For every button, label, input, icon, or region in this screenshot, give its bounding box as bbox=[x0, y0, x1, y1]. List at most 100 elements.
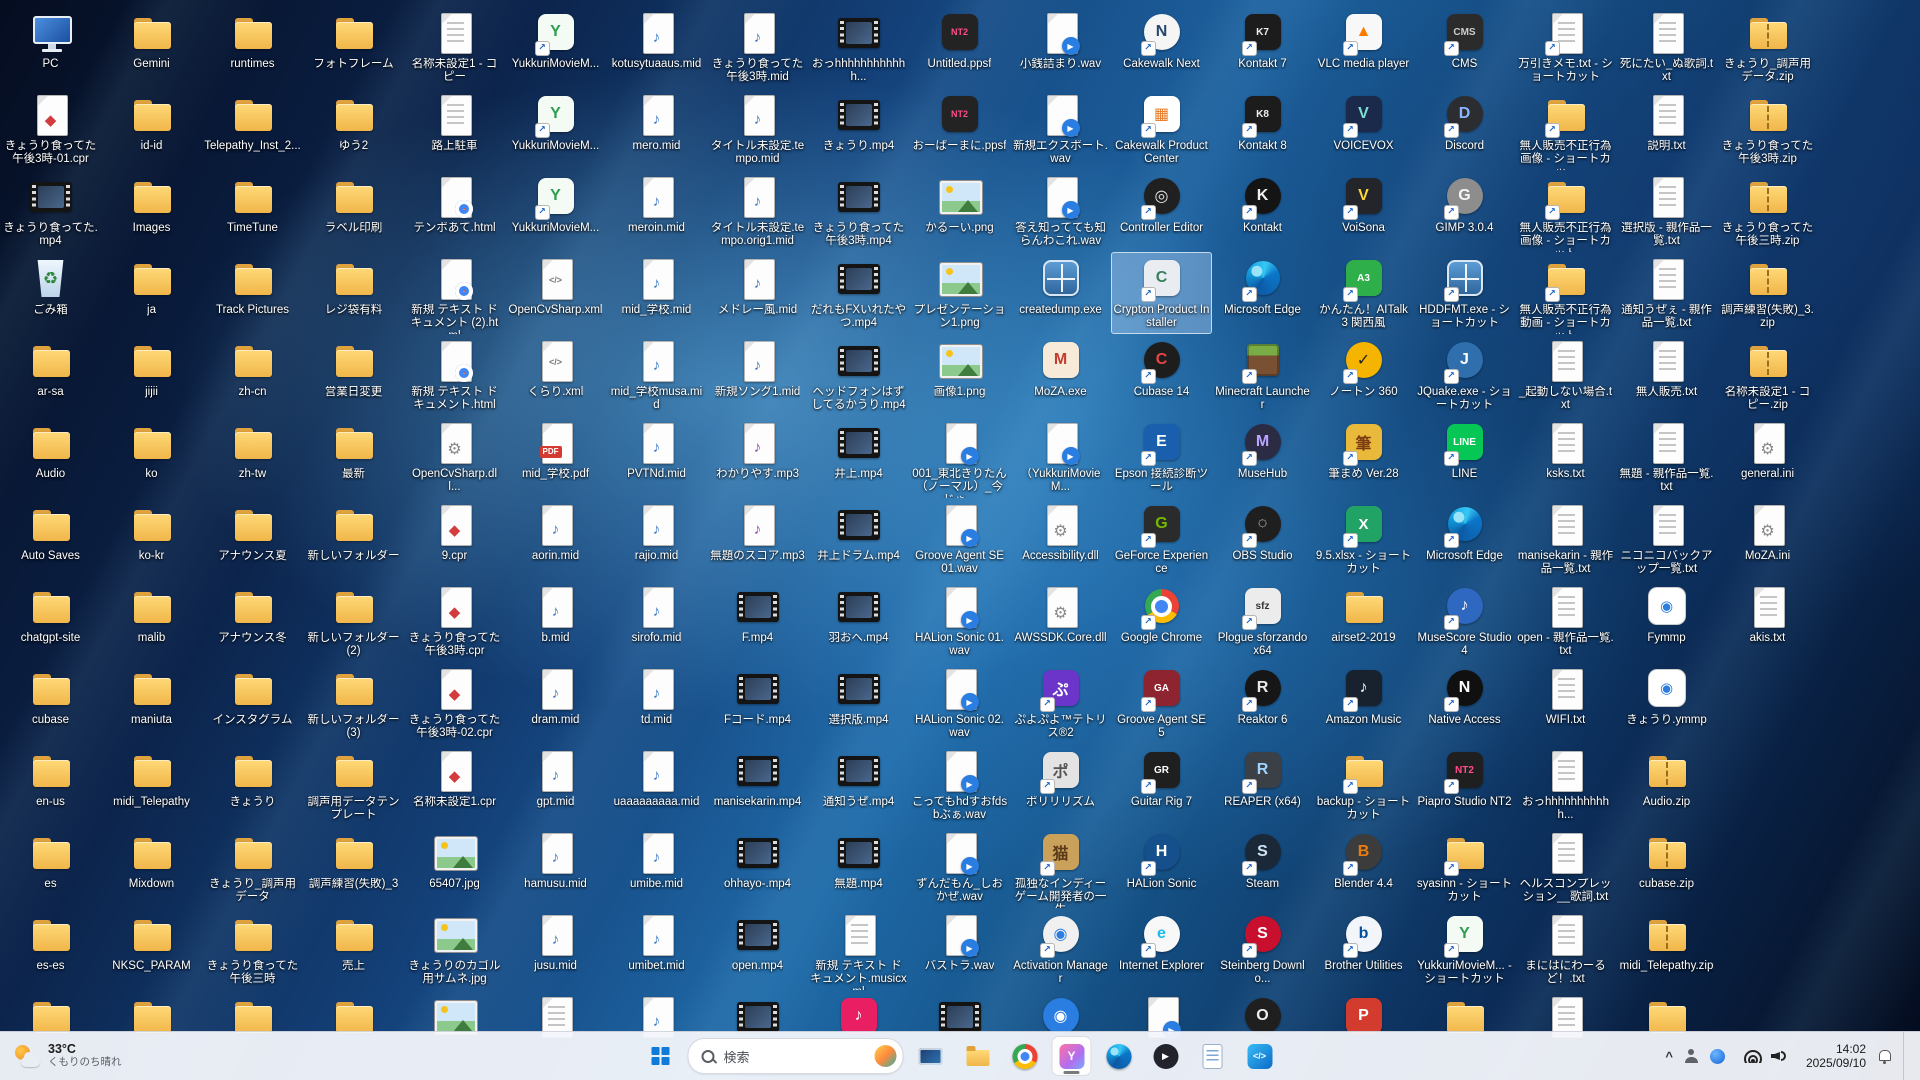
desktop-icon[interactable]: ♪td.mid bbox=[606, 662, 707, 744]
file-explorer-button[interactable] bbox=[958, 1036, 998, 1076]
desktop-icon[interactable]: ♪↗Amazon Music bbox=[1313, 662, 1414, 744]
desktop-icon[interactable]: G↗GeForce Experience bbox=[1111, 498, 1212, 580]
desktop-icon[interactable]: ◆名称未設定1.cpr bbox=[404, 744, 505, 826]
desktop-icon[interactable]: ♪mid_学校musa.mid bbox=[606, 334, 707, 416]
task-view-button[interactable] bbox=[911, 1036, 951, 1076]
desktop-icon[interactable]: ヘッドフォンはずしてるかうり.mp4 bbox=[808, 334, 909, 416]
desktop-icon[interactable]: 猫↗孤独なインディーゲーム開発者の一生 bbox=[1010, 826, 1111, 908]
notepad-button[interactable] bbox=[1193, 1036, 1233, 1076]
desktop-icon[interactable]: ⚙AWSSDK.Core.dll bbox=[1010, 580, 1111, 662]
desktop-icon[interactable]: ♪mero.mid bbox=[606, 88, 707, 170]
desktop-icon[interactable]: きょうり.mp4 bbox=[808, 88, 909, 170]
desktop-icon[interactable]: テンポあて.html bbox=[404, 170, 505, 252]
desktop-icon[interactable]: ゆう2 bbox=[303, 88, 404, 170]
desktop-icon[interactable]: ♪↗MuseScore Studio 4 bbox=[1414, 580, 1515, 662]
desktop-icon[interactable]: H↗HALion Sonic bbox=[1111, 826, 1212, 908]
desktop-icon[interactable]: インスタグラム bbox=[202, 662, 303, 744]
desktop-icon[interactable]: akis.txt bbox=[1717, 580, 1818, 662]
desktop-icon[interactable]: ♪dram.mid bbox=[505, 662, 606, 744]
desktop-icon[interactable]: midi_Telepathy bbox=[101, 744, 202, 826]
desktop-icon[interactable]: 新しいフォルダー bbox=[303, 498, 404, 580]
desktop-icon[interactable]: en-us bbox=[0, 744, 101, 826]
desktop-icon[interactable]: ♪タイトル未設定.tempo.orig1.mid bbox=[707, 170, 808, 252]
desktop-icon[interactable]: 無題.mp4 bbox=[808, 826, 909, 908]
desktop-icon[interactable]: ↗backup - ショートカット bbox=[1313, 744, 1414, 826]
desktop-icon[interactable]: ▶001_東北きりたん（ノーマル）_今じゃ... bbox=[909, 416, 1010, 498]
desktop-icon[interactable]: R↗REAPER (x64) bbox=[1212, 744, 1313, 826]
media-player-button[interactable]: ▶ bbox=[1146, 1036, 1186, 1076]
desktop-icon[interactable]: きょうり_調声用データ.zip bbox=[1717, 6, 1818, 88]
desktop-icon[interactable]: ラベル印刷 bbox=[303, 170, 404, 252]
desktop-icon[interactable]: Fコード.mp4 bbox=[707, 662, 808, 744]
desktop-icon[interactable]: C↗Crypton Product Installer bbox=[1111, 252, 1212, 334]
desktop-icon[interactable]: S↗Steinberg Downlo... bbox=[1212, 908, 1313, 990]
desktop-icon[interactable]: ♪hamusu.mid bbox=[505, 826, 606, 908]
desktop-icon[interactable]: </>くらり.xml bbox=[505, 334, 606, 416]
desktop-icon[interactable]: 新規 テキスト ドキュメント.html bbox=[404, 334, 505, 416]
desktop-icon[interactable]: ♪jusu.mid bbox=[505, 908, 606, 990]
desktop-icon[interactable]: K8↗Kontakt 8 bbox=[1212, 88, 1313, 170]
desktop-icon[interactable]: K7↗Kontakt 7 bbox=[1212, 6, 1313, 88]
desktop-icon[interactable]: ✓↗ノートン 360 bbox=[1313, 334, 1414, 416]
desktop-icon[interactable]: 選択版 - 親作品一覧.txt bbox=[1616, 170, 1717, 252]
edge-button[interactable] bbox=[1099, 1036, 1139, 1076]
desktop-icon[interactable]: maniuta bbox=[101, 662, 202, 744]
desktop-icon[interactable]: ◆きょうり食ってた午後3時.cpr bbox=[404, 580, 505, 662]
hidden-icons-chevron[interactable]: ^ bbox=[1665, 1049, 1673, 1064]
search-box[interactable]: 検索 bbox=[688, 1038, 904, 1074]
desktop-icon[interactable]: id-id bbox=[101, 88, 202, 170]
desktop-icon[interactable]: ♪uaaaaaaaaa.mid bbox=[606, 744, 707, 826]
code-button[interactable]: </> bbox=[1240, 1036, 1280, 1076]
desktop-icon[interactable]: Track Pictures bbox=[202, 252, 303, 334]
desktop-icon[interactable]: ▶答え知ってても知らんわこれ.wav bbox=[1010, 170, 1111, 252]
desktop-icon[interactable]: ♪mid_学校.mid bbox=[606, 252, 707, 334]
desktop-icon[interactable]: ⚙general.ini bbox=[1717, 416, 1818, 498]
desktop-icon[interactable]: b↗Brother Utilities bbox=[1313, 908, 1414, 990]
desktop-icon[interactable]: Auto Saves bbox=[0, 498, 101, 580]
desktop-icon[interactable]: R↗Reaktor 6 bbox=[1212, 662, 1313, 744]
desktop-icon[interactable]: まにはにわーるど！.txt bbox=[1515, 908, 1616, 990]
desktop-icon[interactable]: ◆9.cpr bbox=[404, 498, 505, 580]
desktop-icon[interactable]: 井上.mp4 bbox=[808, 416, 909, 498]
desktop-icon[interactable]: ▶バストラ.wav bbox=[909, 908, 1010, 990]
desktop-icon[interactable]: Telepathy_Inst_2... bbox=[202, 88, 303, 170]
desktop-icon[interactable]: ぷ↗ぷよぷよ™テトリス®2 bbox=[1010, 662, 1111, 744]
desktop-icon[interactable]: 新しいフォルダー (2) bbox=[303, 580, 404, 662]
desktop-icon[interactable]: malib bbox=[101, 580, 202, 662]
desktop-icon[interactable]: ▶新規エクスポート.wav bbox=[1010, 88, 1111, 170]
desktop-icon[interactable]: ↗無人販売不正行為動画 - ショートカット bbox=[1515, 252, 1616, 334]
desktop-icon[interactable]: ♪kotusytuaaus.mid bbox=[606, 6, 707, 88]
desktop-icon[interactable]: 65407.jpg bbox=[404, 826, 505, 908]
desktop-icon[interactable]: 井上ドラム.mp4 bbox=[808, 498, 909, 580]
desktop-icon[interactable]: 無題 - 親作品一覧.txt bbox=[1616, 416, 1717, 498]
desktop-icon[interactable]: ◆きょうり食ってた午後3時-02.cpr bbox=[404, 662, 505, 744]
desktop-icon[interactable]: ◉↗Activation Manager bbox=[1010, 908, 1111, 990]
desktop-icon[interactable]: きょうり食ってた午後3時.mp4 bbox=[808, 170, 909, 252]
show-desktop-button[interactable] bbox=[1903, 1032, 1908, 1080]
desktop-icon[interactable]: ▶ずんだもん_しおかぜ.wav bbox=[909, 826, 1010, 908]
desktop-icon[interactable]: runtimes bbox=[202, 6, 303, 88]
desktop-icon[interactable]: 無人販売.txt bbox=[1616, 334, 1717, 416]
desktop-icon[interactable]: ヘルスコンプレッション__歌詞.txt bbox=[1515, 826, 1616, 908]
desktop-icon[interactable]: ♻ごみ箱 bbox=[0, 252, 101, 334]
desktop-icon[interactable]: Y↗YukkuriMovieM... bbox=[505, 6, 606, 88]
desktop-icon[interactable]: ▶小銭詰まり.wav bbox=[1010, 6, 1111, 88]
desktop-icon[interactable]: きょうり食ってた午後3時.zip bbox=[1717, 88, 1818, 170]
desktop-icon[interactable]: 営業日変更 bbox=[303, 334, 404, 416]
desktop-icon[interactable]: ↗Microsoft Edge bbox=[1414, 498, 1515, 580]
desktop-icon[interactable]: 説明.txt bbox=[1616, 88, 1717, 170]
desktop-icon[interactable]: ↗無人販売不正行為画像 - ショートカッ... bbox=[1515, 88, 1616, 170]
desktop-icon[interactable]: 新しいフォルダー (3) bbox=[303, 662, 404, 744]
desktop-icon[interactable]: ◉きょうり.ymmp bbox=[1616, 662, 1717, 744]
desktop-icon[interactable]: ◌↗OBS Studio bbox=[1212, 498, 1313, 580]
desktop-icon[interactable]: きょうり食ってた午後三時 bbox=[202, 908, 303, 990]
desktop-icon[interactable]: Y↗YukkuriMovieM... bbox=[505, 88, 606, 170]
desktop-icon[interactable]: sfz↗Plogue sforzando x64 bbox=[1212, 580, 1313, 662]
desktop-icon[interactable]: G↗GIMP 3.0.4 bbox=[1414, 170, 1515, 252]
desktop-icon[interactable]: ar-sa bbox=[0, 334, 101, 416]
desktop-icon[interactable]: フォトフレーム bbox=[303, 6, 404, 88]
desktop-icon[interactable]: B↗Blender 4.4 bbox=[1313, 826, 1414, 908]
desktop-icon[interactable]: A3↗かんたん！AITalk 3 関西風 bbox=[1313, 252, 1414, 334]
desktop-icon[interactable]: ♪rajio.mid bbox=[606, 498, 707, 580]
desktop-icon[interactable]: 羽おへ.mp4 bbox=[808, 580, 909, 662]
